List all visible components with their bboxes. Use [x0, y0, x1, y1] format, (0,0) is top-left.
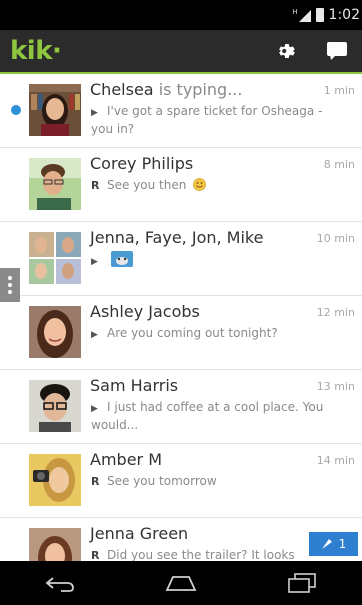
new-chat-button[interactable] — [312, 30, 362, 72]
chat-row-chelsea[interactable]: Chelsea is typing... 1 min ▶ I've got a s… — [0, 74, 362, 148]
recent-apps-icon — [287, 573, 316, 593]
sticker-icon — [110, 251, 133, 267]
settings-button[interactable] — [262, 30, 312, 72]
back-button[interactable] — [20, 561, 100, 605]
avatar — [29, 306, 81, 358]
avatar — [29, 380, 81, 432]
chat-row-jenna-green[interactable]: Jenna Green 1 R Did you see the trailer? … — [0, 518, 362, 561]
group-avatar — [29, 232, 81, 284]
signal-icon: H — [292, 8, 311, 22]
chat-row-group[interactable]: Jenna, Faye, Jon, Mike 10 min ▶ — [0, 222, 362, 296]
side-menu-handle[interactable] — [0, 268, 20, 302]
read-receipt-icon: R — [91, 475, 100, 488]
message-preview: R See you then — [91, 177, 327, 194]
typing-status: is typing... — [158, 80, 243, 99]
timestamp: 8 min — [323, 158, 355, 171]
chat-row-sam-harris[interactable]: Sam Harris 13 min ▶ I just had coffee at … — [0, 370, 362, 444]
clock: 1:02 — [328, 7, 360, 23]
sent-indicator-icon: ▶ — [91, 257, 98, 267]
contact-name: Sam Harris — [90, 376, 179, 395]
home-button[interactable] — [141, 561, 221, 605]
contact-name: Corey Philips — [90, 154, 194, 173]
avatar — [29, 158, 81, 210]
contact-name: Amber M — [90, 450, 162, 469]
smiley-icon — [193, 178, 207, 191]
timestamp: 14 min — [316, 454, 355, 467]
recent-apps-button[interactable] — [262, 561, 342, 605]
status-bar: H 1:02 — [0, 0, 362, 30]
unread-dot — [11, 105, 21, 115]
sent-indicator-icon: ▶ — [91, 330, 98, 340]
timestamp: 12 min — [316, 306, 355, 319]
chat-bubble-icon — [327, 42, 347, 60]
read-receipt-icon: R — [91, 549, 100, 561]
kik-logo: kik· — [10, 36, 62, 66]
battery-icon — [315, 8, 324, 22]
network-type: H — [292, 8, 298, 16]
message-preview: R See you tomorrow — [91, 474, 217, 488]
chat-row-corey-philips[interactable]: Corey Philips 8 min R See you then — [0, 148, 362, 222]
back-icon — [45, 577, 75, 592]
avatar — [29, 454, 81, 506]
home-icon — [165, 576, 197, 591]
read-receipt-icon: R — [91, 179, 100, 192]
sent-indicator-icon: ▶ — [91, 404, 98, 414]
avatar — [29, 84, 81, 136]
gear-icon — [279, 43, 295, 59]
chat-list: Chelsea is typing... 1 min ▶ I've got a s… — [0, 74, 362, 561]
chat-row-ashley-jacobs[interactable]: Ashley Jacobs 12 min ▶ Are you coming out… — [0, 296, 362, 370]
timestamp: 13 min — [316, 380, 355, 393]
contact-name: Jenna, Faye, Jon, Mike — [90, 228, 264, 247]
menu-handle-icon — [8, 276, 12, 280]
message-preview: ▶ I've got a spare ticket for Osheaga - y… — [91, 104, 323, 136]
message-preview: R Did you see the trailer? It looks — [91, 547, 327, 561]
navigation-bar — [0, 561, 362, 605]
timestamp: 10 min — [316, 232, 355, 245]
contact-name: Ashley Jacobs — [90, 302, 200, 321]
contact-name: Jenna Green — [90, 524, 189, 543]
chat-row-amber-m[interactable]: Amber M 14 min R See you tomorrow — [0, 444, 362, 518]
message-preview: ▶ Are you coming out tonight? — [91, 325, 327, 343]
app-bar: kik· — [0, 30, 362, 72]
timestamp: 1 min — [323, 84, 355, 97]
message-preview: ▶ — [91, 251, 327, 270]
message-preview: ▶ I just had coffee at a cool place. You … — [91, 400, 324, 432]
contact-name: Chelsea is typing... — [90, 80, 243, 99]
avatar — [29, 528, 81, 561]
sent-indicator-icon: ▶ — [91, 108, 98, 118]
